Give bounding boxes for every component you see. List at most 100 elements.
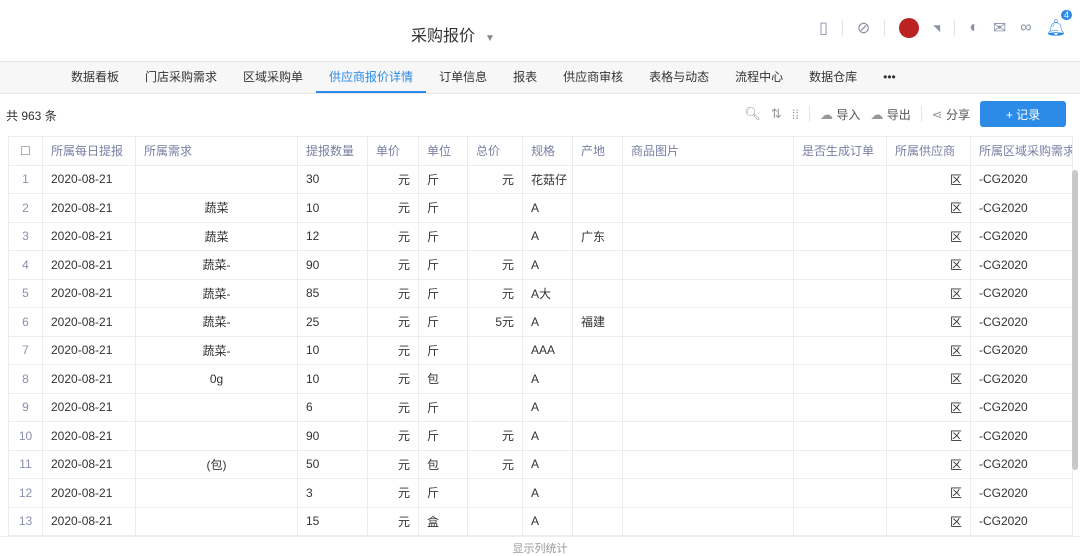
column-header[interactable]: 总价 <box>467 136 523 166</box>
nav-tab[interactable]: 报表 <box>500 62 550 93</box>
table-cell <box>572 449 623 479</box>
search-icon[interactable]: 🔍︎ <box>744 106 761 122</box>
table-cell: 元 <box>367 449 419 479</box>
compass-icon[interactable]: ⊘ <box>857 18 870 38</box>
mobile-icon[interactable]: ▯ <box>819 18 828 38</box>
export-button[interactable]: ☁ 导出 <box>870 106 910 123</box>
table-row[interactable]: 6 2020-08-21 蔬菜- 25 元斤 5元 A 福建 区 -CG2020 <box>8 307 1073 337</box>
column-header[interactable]: 是否生成订单 <box>793 136 887 166</box>
table-cell: -CG2020 <box>970 193 1073 223</box>
avatar[interactable] <box>899 18 920 38</box>
record-count: 共 963 条 <box>6 109 57 123</box>
table-cell: 2020-08-21 <box>42 421 136 451</box>
table-row[interactable]: 10 2020-08-21 90 元斤元 A 区 -CG2020 <box>8 421 1073 451</box>
table-cell <box>793 449 887 479</box>
columns-icon[interactable]: ⁞⁞ <box>792 107 799 122</box>
column-header[interactable]: 商品图片 <box>622 136 794 166</box>
table-row[interactable]: 1 2020-08-21 30 元斤元花菇仔区 -CG2020 <box>8 164 1073 194</box>
column-header[interactable]: 所属供应商 <box>886 136 971 166</box>
column-header[interactable]: 产地 <box>572 136 623 166</box>
scrollbar[interactable] <box>1072 170 1078 470</box>
table-row[interactable]: 2 2020-08-21 蔬菜 10 元斤 A 区 -CG2020 <box>8 193 1073 223</box>
table-cell: 2020-08-21 <box>42 335 136 365</box>
nav-tab[interactable]: 区域采购单 <box>230 62 316 93</box>
chevron-down-icon[interactable]: ▼ <box>485 33 495 44</box>
table-cell: 蔬菜- <box>135 278 298 308</box>
table-row[interactable]: 4 2020-08-21 蔬菜- 90 元斤元 A 区 -CG2020 <box>8 250 1073 280</box>
help-icon[interactable]: ◐ <box>969 19 979 37</box>
table-cell <box>572 250 623 280</box>
table-cell: 12 <box>297 221 368 251</box>
column-header[interactable]: 单价 <box>367 136 419 166</box>
import-button[interactable]: ☁ 导入 <box>820 106 860 123</box>
row-number: 2 <box>8 193 43 223</box>
nav-tab[interactable]: 流程中心 <box>722 62 796 93</box>
sort-icon[interactable]: ⇅ <box>771 106 782 122</box>
column-header[interactable]: 所属每日提报 <box>42 136 136 166</box>
table-row[interactable]: 3 2020-08-21 蔬菜 12 元斤 A 广东 区 -CG2020 <box>8 221 1073 251</box>
divider <box>884 20 886 36</box>
table-cell: 蔬菜- <box>135 335 298 365</box>
table-cell: 斤 <box>418 307 468 337</box>
nav-tab[interactable]: ••• <box>870 62 909 93</box>
table-cell <box>135 164 298 194</box>
table-cell <box>467 506 523 536</box>
table-cell: (包) <box>135 449 298 479</box>
nav-tab[interactable]: 门店采购需求 <box>132 62 230 93</box>
table-cell <box>622 250 794 280</box>
show-column-stats[interactable]: 显示列统计 <box>0 536 1080 556</box>
share-icon: ⋖ <box>931 106 943 122</box>
nav-tab[interactable]: 数据看板 <box>58 62 132 93</box>
table-cell <box>572 478 623 508</box>
table-cell: 0g <box>135 364 298 394</box>
table-row[interactable]: 9 2020-08-21 6 元斤 A 区 -CG2020 <box>8 392 1073 422</box>
chevron-down-icon[interactable]: ◥ <box>933 23 940 34</box>
share-button[interactable]: ⋖ 分享 <box>932 106 970 123</box>
table-row[interactable]: 5 2020-08-21 蔬菜- 85 元斤元 A大区 -CG2020 <box>8 278 1073 308</box>
nav-tab[interactable]: 表格与动态 <box>636 62 722 93</box>
table-cell: 区 <box>886 307 971 337</box>
table-cell <box>135 421 298 451</box>
column-header[interactable]: 所属需求 <box>135 136 298 166</box>
add-record-button[interactable]: + 记录 <box>980 101 1066 127</box>
table-cell: 蔬菜- <box>135 250 298 280</box>
table-cell: 6 <box>297 392 368 422</box>
link-icon[interactable]: ∞ <box>1020 19 1031 37</box>
nav-tab[interactable]: 供应商报价详情 <box>316 62 427 93</box>
table-row[interactable]: 13 2020-08-21 15 元盒 A 区 -CG2020 <box>8 506 1073 536</box>
column-header[interactable]: 单位 <box>418 136 468 166</box>
table-row[interactable]: 8 2020-08-21 0g 10 元包 A 区 -CG2020 <box>8 364 1073 394</box>
table-row[interactable]: 7 2020-08-21 蔬菜- 10 元斤 AAA 区 -CG2020 <box>8 335 1073 365</box>
table-cell: 2020-08-21 <box>42 278 136 308</box>
table-cell: 盒 <box>418 506 468 536</box>
table-cell <box>793 250 887 280</box>
table-cell: 包 <box>418 449 468 479</box>
table-cell: 2020-08-21 <box>42 164 136 194</box>
column-header[interactable]: 提报数量 <box>297 136 368 166</box>
table-cell <box>622 392 794 422</box>
table-cell: 2020-08-21 <box>42 307 136 337</box>
table-cell: 斤 <box>418 221 468 251</box>
cloud-upload-icon: ☁ <box>820 106 834 122</box>
data-table: ☐ 所属每日提报 所属需求 提报数量 单价 单位 总价 规格 产地 商品图片 是否生成订单 所属供应商… <box>8 136 1073 536</box>
page-title[interactable]: 采购报价 ▼ <box>411 22 495 46</box>
table-row[interactable]: 11 2020-08-21 (包) 50 元包元 A 区 -CG2020 <box>8 449 1073 479</box>
briefcase-icon[interactable]: ✉ <box>993 18 1006 38</box>
table-cell: 区 <box>886 193 971 223</box>
divider <box>954 20 956 36</box>
nav-tab[interactable]: 供应商审核 <box>550 62 636 93</box>
table-cell: A <box>522 478 573 508</box>
table-cell: 元 <box>367 506 419 536</box>
nav-tab[interactable]: 数据仓库 <box>796 62 870 93</box>
table-cell <box>622 421 794 451</box>
table-cell: 10 <box>297 364 368 394</box>
column-header[interactable]: 所属区域采购需求 <box>970 136 1073 166</box>
nav-tab[interactable]: 订单信息 <box>426 62 500 93</box>
table-row[interactable]: 12 2020-08-21 3 元斤 A 区 -CG2020 <box>8 478 1073 508</box>
select-all-checkbox[interactable]: ☐ <box>8 136 43 166</box>
table-cell <box>572 193 623 223</box>
column-header[interactable]: 规格 <box>522 136 573 166</box>
table-cell <box>622 364 794 394</box>
bell-icon[interactable]: 🔔︎ 4 <box>1046 10 1072 38</box>
table-cell <box>793 392 887 422</box>
